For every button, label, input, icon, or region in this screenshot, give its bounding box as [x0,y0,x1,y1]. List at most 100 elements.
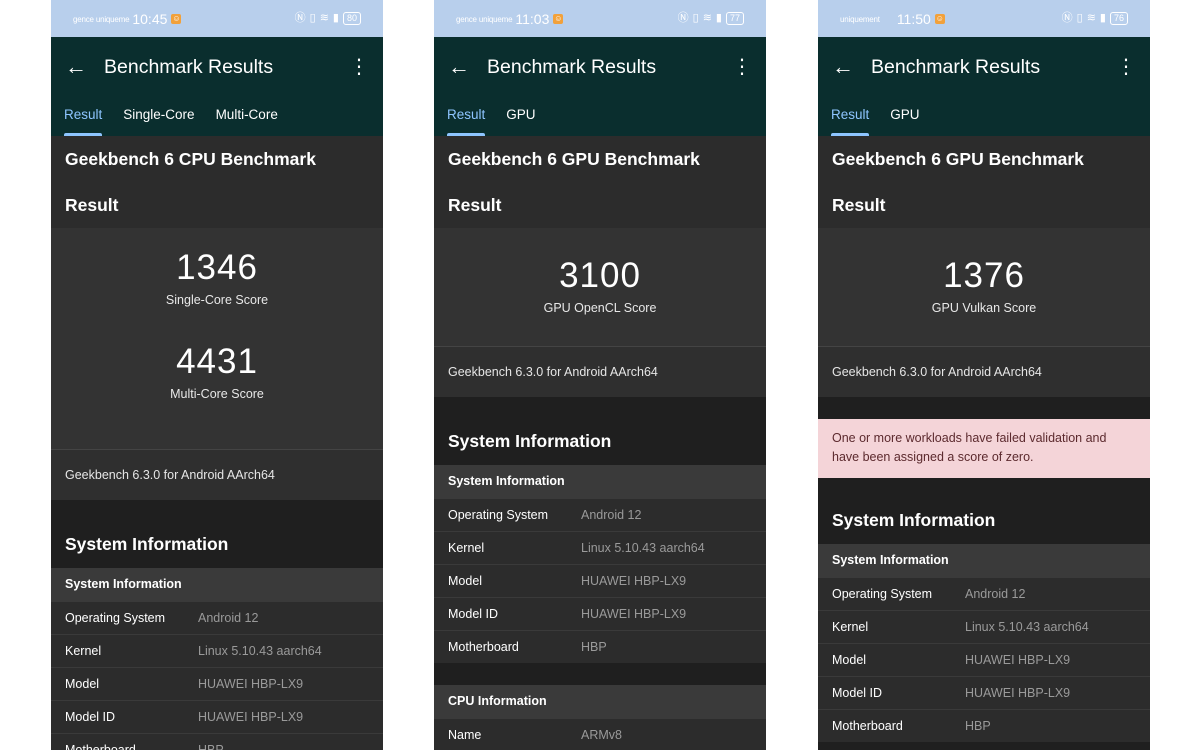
score-value: 1376 [943,256,1025,295]
row-key: Operating System [448,508,549,522]
table-row: Operating System Android 12 [51,601,383,634]
validation-warning: One or more workloads have failed valida… [818,419,1150,478]
row-key: Model ID [448,607,499,621]
table-row: Motherboard HBP [434,630,766,663]
tab-bar: Result Single-Core Multi-Core [51,103,286,136]
table-row: Kernel Linux 5.10.43 aarch64 [51,634,383,667]
more-options-icon[interactable]: ⋮ [732,54,752,80]
gpu-vulkan-score: 1376 GPU Vulkan Score [818,228,1150,316]
status-bar: uniquement 11:50 ☺ Ⓝ ▯ ≋ ▮ 76 [818,0,1150,37]
more-options-icon[interactable]: ⋮ [1116,54,1136,80]
row-key: Motherboard [832,719,903,733]
spacer [818,397,1150,419]
app-title: Benchmark Results [487,56,657,78]
sim-icon: ▮ [332,12,339,24]
sim-icon: ▮ [715,12,722,24]
table-header: System Information [818,544,1150,577]
table-row: Kernel Linux 5.10.43 aarch64 [434,531,766,564]
row-value: Android 12 [581,508,642,522]
row-value: HUAWEI HBP-LX9 [965,686,1071,700]
status-bar: gence uniqueme 11:03 ☺ Ⓝ ▯ ≋ ▮ 77 [434,0,766,37]
score-value: 1346 [176,248,258,287]
tab-gpu[interactable]: GPU [890,103,919,136]
more-options-icon[interactable]: ⋮ [349,54,369,80]
clock: 11:50 [896,11,931,27]
tab-single-core[interactable]: Single-Core [123,103,194,136]
table-row: Motherboard HBP [818,709,1150,742]
row-value: Linux 5.10.43 aarch64 [581,541,705,555]
clock: 11:03 [515,11,550,27]
table-row: Operating System Android 12 [434,498,766,531]
table-row: Model HUAWEI HBP-LX9 [51,667,383,700]
vibrate-icon: ▯ [1076,12,1083,24]
carrier-text: gence uniqueme [73,14,130,24]
back-arrow-icon[interactable]: ← [832,54,854,80]
table-row: Kernel Linux 5.10.43 aarch64 [818,610,1150,643]
row-value: HUAWEI HBP-LX9 [965,653,1071,667]
tab-bar: Result GPU [434,103,544,136]
row-key: Kernel [65,644,102,658]
benchmark-title: Geekbench 6 CPU Benchmark [65,149,316,169]
back-arrow-icon[interactable]: ← [65,54,87,80]
sim-icon: ▮ [1099,12,1106,24]
version-row: Geekbench 6.3.0 for Android AArch64 [51,449,383,500]
gpu-opencl-score: 3100 GPU OpenCL Score [434,228,766,316]
spacer [434,663,766,685]
benchmark-title: Geekbench 6 GPU Benchmark [448,149,700,169]
score-panel: 1376 GPU Vulkan Score [818,228,1150,346]
vibrate-icon: ▯ [309,12,316,24]
table-header: System Information [434,465,766,498]
wifi-icon: ≋ [702,12,712,24]
table-row: Model ID HUAWEI HBP-LX9 [51,700,383,733]
score-value: 3100 [559,256,641,295]
result-heading: Result [832,195,886,215]
status-right: Ⓝ ▯ ≋ ▮ 77 [678,11,744,25]
status-right: Ⓝ ▯ ≋ ▮ 76 [1062,11,1128,25]
wifi-icon: ≋ [1086,12,1096,24]
nfc-icon: Ⓝ [1061,12,1073,24]
tab-result[interactable]: Result [64,103,103,136]
row-key: Motherboard [65,743,136,750]
system-information-title: System Information [51,530,383,568]
benchmark-header: Geekbench 6 GPU Benchmark Result [818,136,1150,228]
row-value: Linux 5.10.43 aarch64 [965,620,1089,634]
tab-result[interactable]: Result [831,103,870,136]
row-value: HBP [965,719,991,733]
row-key: Model [65,677,100,691]
row-key: Operating System [65,611,166,625]
version-row: Geekbench 6.3.0 for Android AArch64 [434,346,766,397]
back-arrow-icon[interactable]: ← [448,54,470,80]
multi-core-score: 4431 Multi-Core Score [51,308,383,402]
notification-icon: ☺ [171,14,182,24]
table-row: Model ID HUAWEI HBP-LX9 [434,597,766,630]
table-row: Motherboard HBP [51,733,383,750]
battery-indicator: 76 [1109,11,1128,25]
table-row: Model HUAWEI HBP-LX9 [818,643,1150,676]
score-label: Multi-Core Score [170,387,264,401]
tab-bar: Result GPU [818,103,928,136]
status-bar: gence uniqueme 10:45 ☺ Ⓝ ▯ ≋ ▮ 80 [51,0,383,37]
tab-result[interactable]: Result [447,103,486,136]
wifi-icon: ≋ [319,12,329,24]
version-row: Geekbench 6.3.0 for Android AArch64 [818,346,1150,397]
battery-indicator: 77 [725,11,744,25]
app-title: Benchmark Results [104,56,274,78]
nfc-icon: Ⓝ [294,12,306,24]
row-key: Motherboard [448,640,519,654]
table-header: System Information [51,568,383,601]
row-key: Operating System [832,587,933,601]
row-value: Linux 5.10.43 aarch64 [198,644,322,658]
table-row: Model HUAWEI HBP-LX9 [434,564,766,597]
row-value: ARMv8 [581,728,622,742]
clock: 10:45 [132,11,168,27]
result-heading: Result [65,195,119,215]
system-information-title: System Information [434,427,766,465]
tab-gpu[interactable]: GPU [506,103,535,136]
score-value: 4431 [176,342,258,381]
row-key: Model [832,653,867,667]
table-row: Operating System Android 12 [818,577,1150,610]
vibrate-icon: ▯ [692,12,699,24]
nfc-icon: Ⓝ [677,12,689,24]
tab-multi-core[interactable]: Multi-Core [216,103,278,136]
phone-screen-gpu-vulkan: uniquement 11:50 ☺ Ⓝ ▯ ≋ ▮ 76 ← Benchmar… [818,0,1150,750]
